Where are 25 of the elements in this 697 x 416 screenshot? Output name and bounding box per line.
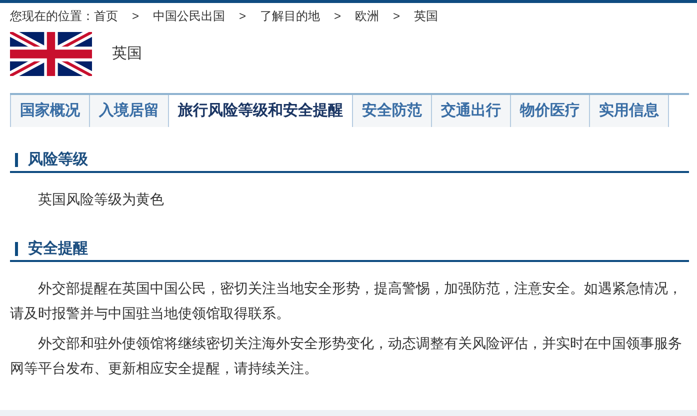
paragraph: 英国风险等级为黄色 (37, 190, 165, 209)
tab[interactable]: 安全防范 (353, 95, 432, 127)
breadcrumb-link[interactable]: 首页 (94, 7, 118, 25)
breadcrumb-link[interactable]: 了解目的地 (260, 7, 320, 25)
paragraph: 外交部提醒在英国中国公民，密切关注当地安全形势，提高警惕，加强防范，注意安全。如遇紧急情况，请及时报警并与中国驻当地使领馆取得联系。 (10, 279, 683, 323)
tab[interactable]: 交通出行 (432, 95, 511, 127)
breadcrumb-separator: > (132, 8, 140, 25)
section-heading: 安全提醒 (28, 238, 88, 259)
breadcrumb-separator: > (393, 8, 400, 25)
tab[interactable]: 入境居留 (90, 95, 169, 127)
tab[interactable]: 国家概况 (10, 95, 90, 127)
section-heading: 风险等级 (28, 150, 88, 170)
breadcrumb-link[interactable]: 英国 (414, 7, 438, 25)
tab[interactable]: 物价医疗 (511, 95, 590, 127)
breadcrumb-separator: > (334, 8, 342, 25)
flag-icon (10, 32, 92, 76)
breadcrumb-link[interactable]: 中国公民出国 (153, 7, 226, 25)
breadcrumb-link[interactable]: 欧洲 (355, 7, 380, 25)
paragraph: 外交部和驻外使领馆将继续密切关注海外安全形势变化，动态调整有关风险评估，并实时在中国领事服务网等平台发布、更新相应安全提醒，请持续关注。 (10, 334, 683, 378)
tab[interactable]: 实用信息 (590, 95, 669, 127)
heading-bar (15, 153, 18, 167)
heading-bar (15, 242, 18, 256)
country-name: 英国 (112, 44, 142, 64)
breadcrumb-label: 您现在的位置： (10, 8, 94, 25)
breadcrumb-separator: > (239, 8, 246, 25)
